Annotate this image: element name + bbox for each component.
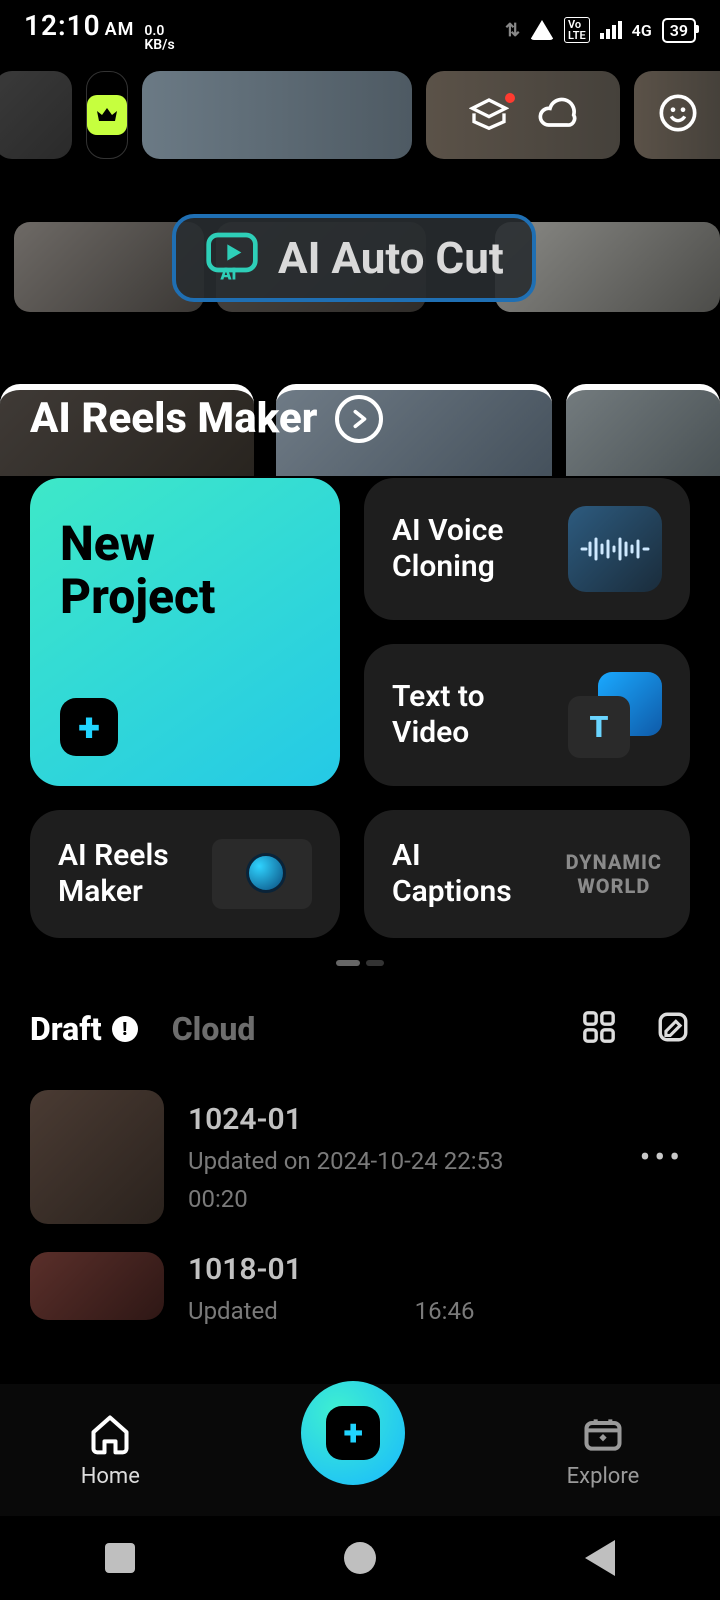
- nav-create-fab[interactable]: +: [301, 1381, 405, 1485]
- tab-cloud[interactable]: Cloud: [172, 1010, 256, 1048]
- draft-thumb: [30, 1252, 164, 1320]
- volte-icon: Vo LTE: [564, 17, 590, 43]
- more-icon[interactable]: •••: [640, 1138, 690, 1176]
- cards-grid: New Project + AI Voice Cloning Text to V…: [0, 476, 720, 938]
- ai-voice-cloning-card[interactable]: AI Voice Cloning: [364, 478, 690, 620]
- draft-thumb: [30, 1090, 164, 1224]
- cloud-icon[interactable]: [537, 95, 577, 135]
- home-button-icon[interactable]: [344, 1542, 376, 1574]
- nav-explore[interactable]: Explore: [567, 1412, 640, 1489]
- voice-thumb-icon: [568, 506, 662, 592]
- notification-dot-icon: [505, 93, 515, 103]
- nav-label: Home: [81, 1464, 140, 1489]
- template-strip[interactable]: [0, 60, 720, 160]
- captions-thumb-icon: DYNAMICWORLD: [566, 850, 662, 898]
- tab-label: Draft: [30, 1010, 102, 1048]
- nav-label: Explore: [567, 1464, 640, 1489]
- tab-label: Cloud: [172, 1010, 256, 1048]
- template-thumb-actions[interactable]: [426, 71, 620, 159]
- card-label: Text to Video: [392, 679, 485, 751]
- drafts-list: 1024-01 Updated on 2024-10-24 22:53 00:2…: [0, 1048, 720, 1339]
- draft-updated: Updated 16:46: [188, 1297, 690, 1325]
- updown-icon: ⇅: [505, 20, 520, 41]
- battery-icon: 39: [662, 18, 696, 43]
- reels-title: AI Reels Maker: [30, 394, 317, 443]
- pro-badge[interactable]: [86, 71, 128, 159]
- draft-title: 1018-01: [188, 1252, 690, 1287]
- ttv-thumb-icon: T: [568, 672, 662, 758]
- wifi-icon: [530, 20, 554, 40]
- dot-icon: [366, 960, 384, 966]
- draft-title: 1024-01: [188, 1102, 616, 1137]
- explore-icon: [581, 1412, 625, 1456]
- crown-icon: [87, 95, 127, 135]
- ai-reels-maker-card[interactable]: AI Reels Maker: [30, 810, 340, 938]
- new-project-card[interactable]: New Project +: [30, 478, 340, 786]
- recents-icon[interactable]: [105, 1543, 135, 1573]
- alert-icon: !: [112, 1016, 138, 1042]
- status-netspeed: 0.0KB/s: [144, 24, 174, 52]
- projects-tabs-row: Draft ! Cloud: [0, 966, 720, 1048]
- template-thumb[interactable]: [634, 71, 720, 159]
- ai-play-icon: AI: [204, 228, 260, 288]
- ai-captions-card[interactable]: AI Captions DYNAMICWORLD: [364, 810, 690, 938]
- reels-header-row: AI Reels Maker: [0, 384, 720, 476]
- template-thumb[interactable]: [0, 71, 72, 159]
- reels-header-link[interactable]: AI Reels Maker: [30, 394, 383, 443]
- svg-text:AI: AI: [219, 264, 236, 283]
- reels-thumb-icon: [212, 839, 312, 909]
- draft-updated: Updated on 2024-10-24 22:53: [188, 1147, 616, 1175]
- android-nav: [0, 1516, 720, 1600]
- text-to-video-card[interactable]: Text to Video T: [364, 644, 690, 786]
- plus-icon: +: [60, 698, 118, 756]
- feature-pill-title: AI Auto Cut: [278, 232, 504, 284]
- grid-view-icon[interactable]: [582, 1010, 616, 1048]
- profile-icon[interactable]: [658, 93, 698, 133]
- tab-draft[interactable]: Draft !: [30, 1010, 138, 1048]
- bottom-nav: Home + Explore: [0, 1384, 720, 1516]
- back-icon[interactable]: [585, 1540, 615, 1576]
- card-label: AI Reels Maker: [58, 838, 169, 910]
- signal-icon: [600, 21, 622, 39]
- ai-auto-cut-pill[interactable]: AI AI Auto Cut: [172, 214, 536, 302]
- plus-icon: +: [326, 1406, 380, 1460]
- nav-home[interactable]: Home: [81, 1412, 140, 1489]
- feature-banner-row: AI AI Auto Cut: [0, 214, 720, 324]
- fade-overlay: [0, 1324, 720, 1384]
- status-bar: 12:10AM 0.0KB/s ⇅ Vo LTE 4G 39: [0, 0, 720, 60]
- draft-duration: 00:20: [188, 1185, 616, 1213]
- card-label: AI Captions: [392, 838, 512, 910]
- network-type: 4G: [632, 21, 652, 40]
- arrow-right-icon: [335, 395, 383, 443]
- dot-active-icon: [336, 960, 360, 966]
- new-project-label: New Project: [60, 518, 215, 624]
- courses-icon[interactable]: [469, 95, 509, 135]
- draft-item[interactable]: 1024-01 Updated on 2024-10-24 22:53 00:2…: [30, 1076, 690, 1238]
- template-thumb[interactable]: [142, 71, 412, 159]
- card-label: AI Voice Cloning: [392, 513, 503, 585]
- reels-thumb[interactable]: [566, 384, 720, 476]
- home-icon: [88, 1412, 132, 1456]
- edit-icon[interactable]: [656, 1010, 690, 1048]
- status-time: 12:10AM: [24, 9, 134, 42]
